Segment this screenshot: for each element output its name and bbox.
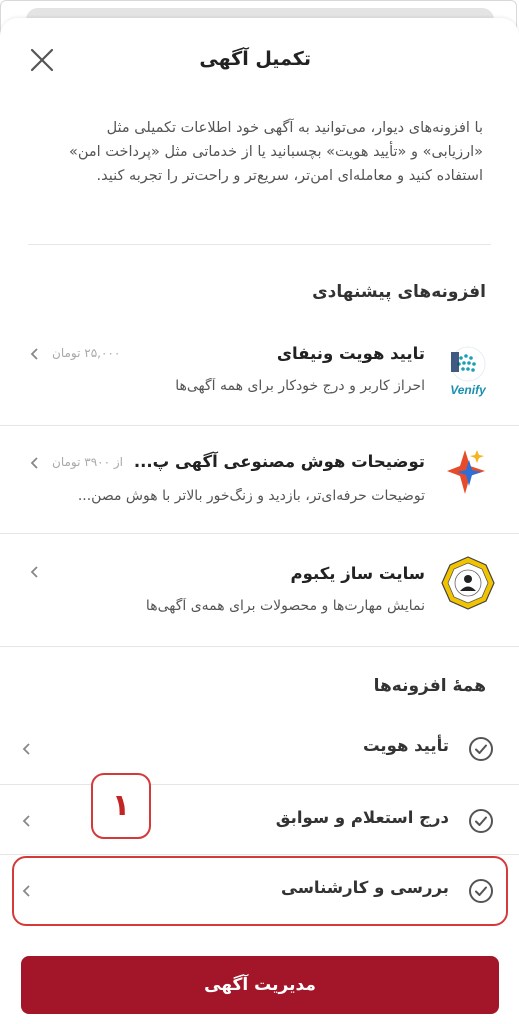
addon-name: تایید هویت ونیفای [276, 344, 425, 363]
chevron-left-icon [22, 815, 30, 827]
close-button[interactable] [28, 46, 56, 74]
venify-logo: Venify [439, 342, 497, 400]
divider [0, 854, 519, 855]
addon-name: سایت ساز یکبوم [290, 564, 425, 583]
chevron-left-icon [30, 566, 38, 578]
yekboom-logo [439, 554, 497, 612]
addon-inspection[interactable]: بررسی و کارشناسی [0, 856, 519, 926]
chevron-left-icon [30, 457, 38, 469]
intro-text: با افزونه‌های دیوار، می‌توانید به آگهی خ… [68, 120, 483, 184]
divider [0, 533, 519, 534]
addon-venify[interactable]: Venify تایید هویت ونیفای احراز کاربر و د… [0, 330, 519, 430]
addon-inquiry-records[interactable]: درج استعلام و سوابق [0, 786, 519, 856]
manage-ad-button[interactable]: مدیریت آگهی [21, 956, 499, 1014]
check-circle-icon [469, 737, 493, 761]
divider [28, 244, 491, 245]
close-icon [30, 48, 54, 72]
addon-description: نمایش مهارت‌ها و محصولات برای همه‌ی آگهی… [145, 598, 425, 614]
suggested-section-title: افزونه‌های پیشنهادی [312, 282, 486, 302]
chevron-left-icon [22, 743, 30, 755]
venify-logo-text: Venify [450, 383, 487, 397]
addon-name: توضیحات هوش مصنوعی آگهی پ... [133, 452, 425, 471]
all-addons-section-title: همهٔ افزونه‌ها [373, 676, 486, 696]
addon-ai-description[interactable]: توضیحات هوش مصنوعی آگهی پ... توضیحات حرف… [0, 430, 519, 530]
chevron-left-icon [22, 885, 30, 897]
check-circle-icon [469, 879, 493, 903]
divider [0, 646, 519, 647]
annotation-badge: ۱ [91, 773, 151, 839]
addon-identity-verification[interactable]: تأیید هویت [0, 714, 519, 784]
addon-description: احراز کاربر و درج خودکار برای همه آگهی‌ه… [175, 378, 425, 394]
divider [0, 425, 519, 426]
addon-label: بررسی و کارشناسی [281, 878, 449, 897]
ai-star-logo [439, 444, 497, 502]
addon-price: از ۳۹۰۰ تومان [52, 455, 123, 469]
addon-label: درج استعلام و سوابق [275, 808, 449, 827]
addon-price: ۲۵,۰۰۰ تومان [52, 346, 121, 360]
addon-label: تأیید هویت [362, 736, 449, 755]
chevron-left-icon [30, 348, 38, 360]
page-title: تکمیل آگهی [199, 48, 311, 70]
check-circle-icon [469, 809, 493, 833]
addon-yekboom[interactable]: سایت ساز یکبوم نمایش مهارت‌ها و محصولات … [0, 540, 519, 640]
addon-description: توضیحات حرفه‌ای‌تر، بازدید و زنگ‌خور بال… [77, 488, 425, 504]
divider [0, 784, 519, 785]
